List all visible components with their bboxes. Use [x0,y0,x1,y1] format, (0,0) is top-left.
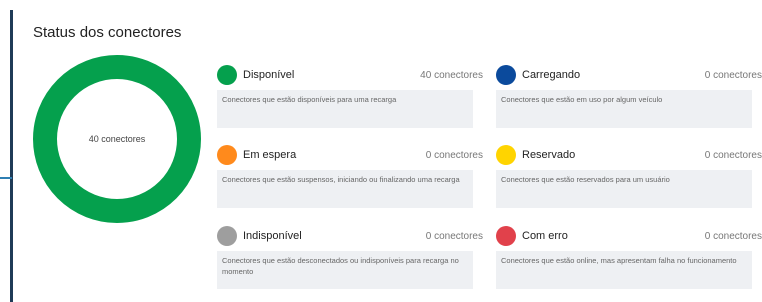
status-description: Conectores que estão online, mas apresen… [496,251,752,289]
status-card-reserved: Reservado 0 conectores Conectores que es… [496,145,762,208]
status-count: 0 conectores [704,230,762,242]
status-count: 0 conectores [425,230,483,242]
status-description: Conectores que estão reservados para um … [496,170,752,208]
status-count: 0 conectores [704,69,762,81]
section-title: Status dos conectores [33,24,182,41]
status-card-error: Com erro 0 conectores Conectores que est… [496,226,762,289]
status-description: Conectores que estão desconectados ou in… [217,251,473,289]
left-accent-tick [0,177,12,179]
status-dot-available [217,65,237,85]
status-dot-error [496,226,516,246]
status-description: Conectores que estão disponíveis para um… [217,90,473,128]
connector-donut-chart: 40 conectores [33,55,201,223]
status-card-waiting: Em espera 0 conectores Conectores que es… [217,145,483,208]
status-count: 0 conectores [704,149,762,161]
status-name: Com erro [522,230,568,242]
status-count: 0 conectores [425,149,483,161]
status-dot-unavailable [217,226,237,246]
status-name: Disponível [243,69,295,81]
left-accent-bar [10,10,13,302]
status-count: 40 conectores [420,69,483,81]
status-dot-charging [496,65,516,85]
status-card-available: Disponível 40 conectores Conectores que … [217,65,483,128]
status-card-charging: Carregando 0 conectores Conectores que e… [496,65,762,128]
status-name: Carregando [522,69,581,81]
status-description: Conectores que estão em uso por algum ve… [496,90,752,128]
status-dot-reserved [496,145,516,165]
status-name: Reservado [522,149,576,161]
status-name: Indisponível [243,230,302,242]
status-dot-waiting [217,145,237,165]
status-name: Em espera [243,149,297,161]
status-description: Conectores que estão suspensos, iniciand… [217,170,473,208]
status-card-unavailable: Indisponível 0 conectores Conectores que… [217,226,483,289]
donut-center-label: 40 conectores [88,134,146,144]
